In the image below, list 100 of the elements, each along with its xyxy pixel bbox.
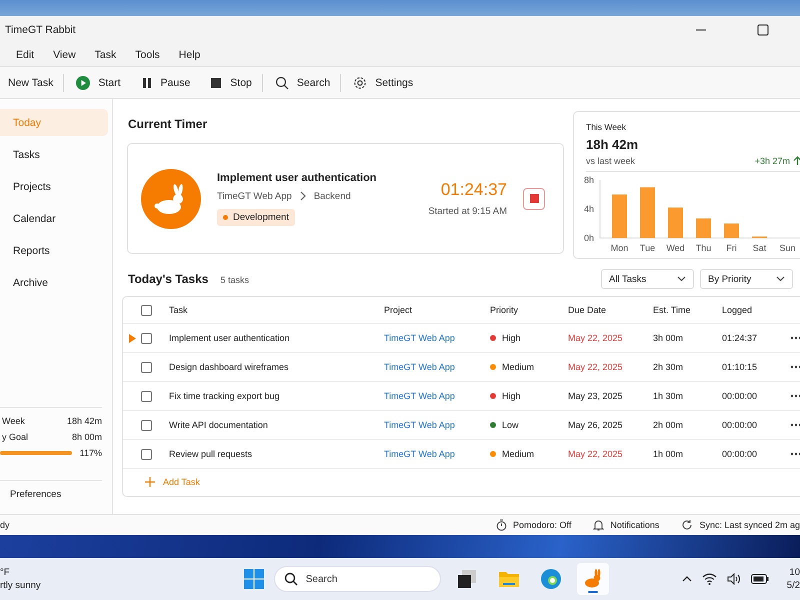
task-name: Design dashboard wireframes [169,362,290,372]
axis-tick-label: 4h [584,204,594,214]
menu-item[interactable]: View [53,49,76,61]
menu-item[interactable]: Edit [16,49,34,61]
goal-percent: 117% [80,448,102,458]
section-heading: Today's Tasks [128,272,208,286]
priority-label: Low [502,420,519,430]
stop-button[interactable] [523,188,545,210]
row-checkbox[interactable] [141,390,152,402]
sidebar-item[interactable]: Calendar [0,205,108,232]
row-checkbox[interactable] [141,362,152,372]
windows-start-icon[interactable] [244,569,264,589]
toolbar-button[interactable]: New Task [2,72,60,92]
filter-dropdown[interactable]: All Tasks [601,269,694,289]
axis-category-label: Mon [610,243,628,253]
toolbar-button[interactable]: Pause [134,72,196,92]
bell-icon [593,519,604,531]
logged-time: 00:00:00 [722,420,758,430]
task-count: 5 tasks [220,275,249,285]
timer-subproject: Backend [314,190,351,202]
select-all-checkbox[interactable] [141,304,152,316]
axis-category-label: Fri [726,243,737,253]
project-link[interactable]: TimeGT Web App [384,391,490,401]
section-heading: Current Timer [128,117,208,131]
estimate-time: 1h 00m [653,449,684,459]
more-icon[interactable] [790,365,800,369]
estimate-time: 1h 30m [653,391,684,401]
chart-bar [612,194,627,238]
project-link[interactable]: TimeGT Web App [384,362,490,372]
sidebar-item[interactable]: Tasks [0,141,108,168]
menu-item[interactable]: Tools [135,49,160,61]
more-icon[interactable] [790,423,800,427]
speaker-icon[interactable] [726,573,741,585]
search-icon [274,76,289,90]
priority-label: Medium [502,449,534,459]
status-item[interactable]: Sync: Last synced 2m ag [699,520,800,530]
more-icon[interactable] [790,452,800,456]
clock-date[interactable]: 5/2 [786,580,800,591]
status-item[interactable]: Pomodoro: Off [513,520,572,530]
maximize-icon[interactable] [757,24,769,36]
timer-project: TimeGT Web App [217,190,292,202]
chevron-right-icon [298,191,307,201]
sidebar-item[interactable]: Projects [0,173,108,200]
project-link[interactable]: TimeGT Web App [384,420,490,430]
filter-dropdown[interactable]: By Priority [700,269,793,289]
due-date: May 22, 2025 [568,333,624,343]
due-date: May 22, 2025 [568,362,624,372]
due-date: May 26, 2025 [568,420,624,430]
settings-icon [353,76,368,90]
week-label: This Week [586,122,627,132]
battery-icon[interactable] [750,574,769,584]
more-icon[interactable] [790,336,800,340]
chevron-up-icon[interactable] [682,576,692,582]
column-header: Project [384,305,414,315]
elapsed-time: 01:24:37 [440,180,507,200]
logged-time: 01:10:15 [722,362,758,372]
chevron-down-icon [677,276,686,282]
chart-bar [724,224,739,238]
axis-tick-label: 0h [584,233,594,243]
status-item[interactable]: Notifications [610,520,660,530]
stat-value: 18h 42m [66,416,102,426]
toolbar-button[interactable]: Settings [347,72,420,94]
wifi-icon[interactable] [702,573,717,585]
stat-value: 8h 00m [72,432,102,442]
stat-label: y Goal [2,432,28,442]
sidebar-item[interactable]: Reports [0,237,108,264]
task-name: Write API documentation [169,420,269,430]
week-total: 18h 42m [586,137,640,152]
logged-time: 00:00:00 [722,391,758,401]
toolbar-button[interactable]: Start [70,72,127,94]
estimate-time: 2h 00m [653,420,684,430]
axis-category-label: Sat [752,243,766,253]
clock-time[interactable]: 10 [789,567,800,578]
more-icon[interactable] [790,394,800,398]
weather-temperature: °F [0,567,11,578]
chevron-down-icon [776,276,785,282]
timer-task-title: Implement user authentication [217,172,378,184]
taskbar-search-field[interactable]: Search [274,566,441,592]
menu-item[interactable]: Help [178,49,200,61]
toolbar-button[interactable]: Search [268,72,336,94]
row-checkbox[interactable] [141,420,152,430]
preferences-item[interactable]: Preferences [0,480,102,500]
column-header: Est. Time [653,305,692,315]
week-change: +3h 27m [754,156,800,166]
project-link[interactable]: TimeGT Web App [384,449,490,459]
task-name: Implement user authentication [169,333,291,343]
stopwatch-icon [496,519,508,531]
project-link[interactable]: TimeGT Web App [384,333,490,343]
plus-icon [145,477,155,487]
weather-condition: rtly sunny [0,580,41,591]
sidebar-item[interactable]: Archive [0,269,108,296]
menu-item[interactable]: Task [94,49,116,61]
row-checkbox[interactable] [141,332,152,344]
toolbar-button[interactable]: Stop [204,72,258,92]
axis-category-label: Wed [666,243,685,253]
rabbit-icon [141,168,201,228]
start-time: Started at 9:15 AM [428,206,507,217]
row-checkbox[interactable] [141,448,152,460]
stop-icon [210,76,222,88]
compare-label: vs last week [586,156,636,166]
